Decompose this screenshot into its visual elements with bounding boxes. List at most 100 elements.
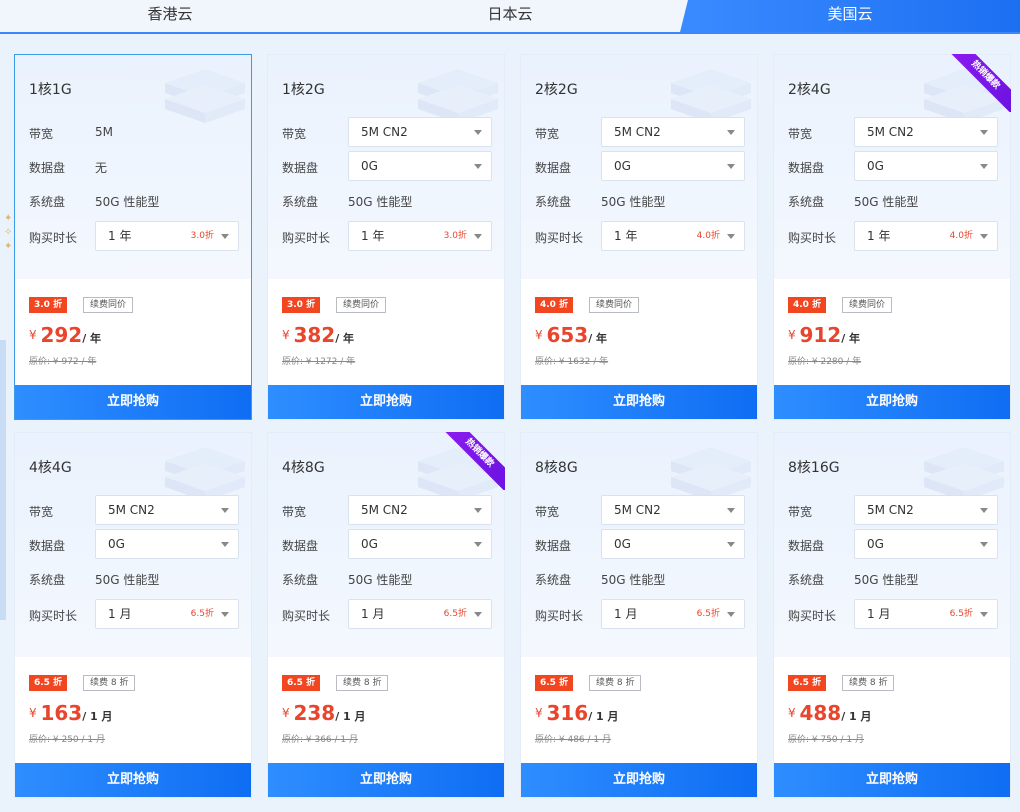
currency-symbol: ¥ — [282, 328, 294, 342]
card-title: 1核1G — [29, 82, 72, 98]
price-unit: / 1 月 — [82, 710, 113, 723]
duration-label: 购买时长 — [29, 609, 78, 623]
price-unit: / 1 月 — [588, 710, 619, 723]
bandwidth-select[interactable]: 5M CN2 — [601, 495, 745, 525]
sysdisk-label: 系统盘 — [29, 573, 66, 587]
duration-discount: 4.0折 — [696, 231, 720, 241]
disk-label: 数据盘 — [282, 161, 319, 175]
duration-select[interactable]: 1 年 4.0折 — [601, 221, 745, 251]
disk-label: 数据盘 — [788, 161, 825, 175]
disk-select[interactable]: 0G — [854, 151, 998, 181]
bandwidth-select[interactable]: 5M CN2 — [854, 495, 998, 525]
disk-label: 数据盘 — [788, 539, 825, 553]
chevron-down-icon — [727, 164, 735, 169]
product-card: 1核1G 带宽 5M 数据盘 无 系统盘 50G 性能型 购买时长 1 年 3.… — [14, 54, 252, 420]
bandwidth-label: 带宽 — [29, 127, 54, 141]
disk-select[interactable]: 0G — [601, 529, 745, 559]
chevron-down-icon — [474, 130, 482, 135]
tab-hongkong[interactable]: 香港云 — [0, 0, 340, 32]
bandwidth-select[interactable]: 5M CN2 — [348, 117, 492, 147]
duration-label: 购买时长 — [535, 609, 584, 623]
currency-symbol: ¥ — [29, 706, 41, 720]
tab-japan[interactable]: 日本云 — [340, 0, 680, 32]
discount-badge: 3.0 折 — [282, 297, 321, 313]
currency-symbol: ¥ — [788, 328, 800, 342]
discount-badge: 6.5 折 — [535, 675, 574, 691]
duration-discount: 6.5折 — [190, 609, 214, 619]
duration-select[interactable]: 1 年 3.0折 — [95, 221, 239, 251]
renew-tag: 续费同价 — [842, 297, 893, 313]
disk-label: 数据盘 — [535, 161, 572, 175]
card-title: 1核2G — [282, 82, 325, 98]
buy-now-button[interactable]: 立即抢购 — [268, 763, 504, 797]
duration-label: 购买时长 — [282, 231, 331, 245]
buy-now-button[interactable]: 立即抢购 — [15, 763, 251, 797]
disk-select[interactable]: 0G — [348, 151, 492, 181]
duration-select[interactable]: 1 年 3.0折 — [348, 221, 492, 251]
bandwidth-select[interactable]: 5M CN2 — [854, 117, 998, 147]
sysdisk-label: 系统盘 — [282, 195, 319, 209]
disk-select[interactable]: 0G — [95, 529, 239, 559]
duration-select[interactable]: 1 月 6.5折 — [348, 599, 492, 629]
sysdisk-label: 系统盘 — [535, 573, 572, 587]
discount-badge: 6.5 折 — [788, 675, 827, 691]
card-title: 2核2G — [535, 82, 578, 98]
buy-now-button[interactable]: 立即抢购 — [774, 385, 1010, 419]
bandwidth-select[interactable]: 5M CN2 — [601, 117, 745, 147]
price-unit: / 年 — [841, 332, 861, 345]
region-tabs: 香港云 日本云 美国云 — [0, 0, 1020, 34]
currency-symbol: ¥ — [535, 706, 547, 720]
currency-symbol: ¥ — [282, 706, 294, 720]
duration-label: 购买时长 — [788, 231, 837, 245]
disk-select[interactable]: 0G — [348, 529, 492, 559]
duration-select[interactable]: 1 月 6.5折 — [601, 599, 745, 629]
server-illustration — [914, 441, 1006, 503]
bandwidth-select[interactable]: 5M CN2 — [348, 495, 492, 525]
duration-discount: 6.5折 — [443, 609, 467, 619]
duration-label: 购买时长 — [535, 231, 584, 245]
renew-tag: 续费同价 — [83, 297, 134, 313]
buy-now-button[interactable]: 立即抢购 — [268, 385, 504, 419]
buy-now-button[interactable]: 立即抢购 — [15, 385, 251, 419]
tab-usa[interactable]: 美国云 — [680, 0, 1020, 32]
bandwidth-select[interactable]: 5M CN2 — [95, 495, 239, 525]
price: ¥ 912/ 年 — [788, 323, 860, 347]
disk-select[interactable]: 0G — [601, 151, 745, 181]
card-title: 8核16G — [788, 460, 840, 476]
buy-now-button[interactable]: 立即抢购 — [521, 763, 757, 797]
card-title: 4核4G — [29, 460, 72, 476]
duration-discount: 6.5折 — [949, 609, 973, 619]
bandwidth-label: 带宽 — [282, 127, 307, 141]
price: ¥ 292/ 年 — [29, 323, 101, 347]
disk-value: 无 — [95, 161, 108, 175]
renew-tag: 续费 8 折 — [842, 675, 895, 691]
price-value: 163 — [40, 701, 83, 725]
price-unit: / 1 月 — [335, 710, 366, 723]
duration-select[interactable]: 1 月 6.5折 — [95, 599, 239, 629]
buy-now-button[interactable]: 立即抢购 — [774, 763, 1010, 797]
server-illustration — [155, 441, 247, 503]
duration-select[interactable]: 1 年 4.0折 — [854, 221, 998, 251]
product-card: 4核8G 带宽 5M CN2 数据盘 0G 系统盘 50G 性能型 购买时长 1… — [267, 432, 505, 798]
original-price: 原价: ¥ 750 / 1 月 — [788, 735, 864, 745]
hot-ribbon: 热销爆款 — [443, 432, 505, 490]
price: ¥ 488/ 1 月 — [788, 701, 872, 725]
buy-now-button[interactable]: 立即抢购 — [521, 385, 757, 419]
chevron-down-icon — [474, 612, 482, 617]
sysdisk-value: 50G 性能型 — [348, 573, 413, 587]
disk-select[interactable]: 0G — [854, 529, 998, 559]
sysdisk-value: 50G 性能型 — [854, 195, 919, 209]
chevron-down-icon — [727, 234, 735, 239]
duration-discount: 4.0折 — [949, 231, 973, 241]
sysdisk-label: 系统盘 — [282, 573, 319, 587]
renew-tag: 续费 8 折 — [589, 675, 642, 691]
product-card: 2核2G 带宽 5M CN2 数据盘 0G 系统盘 50G 性能型 购买时长 1… — [520, 54, 758, 420]
duration-discount: 3.0折 — [443, 231, 467, 241]
sysdisk-label: 系统盘 — [535, 195, 572, 209]
sysdisk-label: 系统盘 — [788, 573, 825, 587]
duration-select[interactable]: 1 月 6.5折 — [854, 599, 998, 629]
sysdisk-value: 50G 性能型 — [601, 573, 666, 587]
price: ¥ 316/ 1 月 — [535, 701, 619, 725]
currency-symbol: ¥ — [535, 328, 547, 342]
chevron-down-icon — [221, 508, 229, 513]
